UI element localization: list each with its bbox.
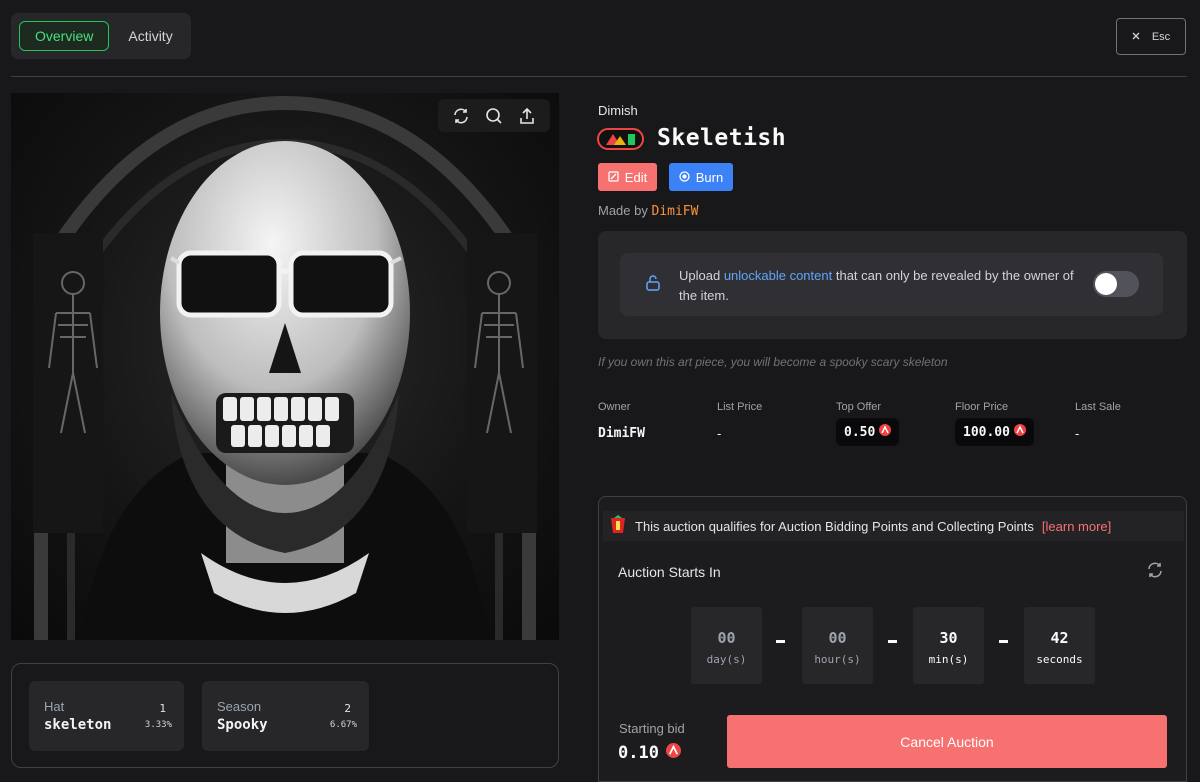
starting-bid-label: Starting bid [619,721,685,736]
starting-bid: 0.10 [618,743,681,763]
attribute-value: Spooky [217,717,268,733]
stat-floor-price: Floor Price 100.00 [955,401,1034,446]
countdown-unit: seconds [1036,653,1083,666]
auction-heading: Auction Starts In [618,564,721,580]
countdown-unit: hour(s) [814,653,861,666]
floor-price-pill[interactable]: 100.00 [955,418,1034,446]
auction-points-banner: This auction qualifies for Auction Biddi… [603,511,1184,541]
starting-bid-value: 0.10 [618,743,659,763]
attribute-percent: 3.33% [144,720,172,730]
stat-label: Owner [598,401,631,413]
nft-artwork[interactable] [11,93,559,640]
view-tabs: Overview Activity [11,13,191,59]
item-title: Skeletish [657,125,787,151]
burn-icon [679,170,690,185]
auction-panel: This auction qualifies for Auction Biddi… [598,496,1187,782]
auction-banner-text: This auction qualifies for Auction Biddi… [635,518,1034,534]
stat-owner: Owner DimiFW [598,401,645,441]
countdown-value: 00 [828,629,847,647]
refresh-icon[interactable] [450,105,472,127]
burn-button[interactable]: Burn [669,163,733,191]
attribute-trait: Season [217,699,262,714]
countdown-value: 42 [1050,629,1069,647]
countdown-separator [776,640,785,643]
close-icon [1132,31,1140,43]
countdown-unit: min(s) [928,653,969,666]
lock-icon [644,274,662,297]
countdown-days: 00 day(s) [691,607,762,684]
burn-label: Burn [695,169,724,185]
countdown-unit: day(s) [706,653,747,666]
stat-value: - [1075,426,1080,441]
collection-name[interactable]: Dimish [598,103,638,118]
countdown-hours: 00 hour(s) [802,607,873,684]
creator-link[interactable]: DimiFW [652,204,699,219]
currency-icon [1013,424,1026,440]
unlockable-text-before: Upload [679,268,724,283]
currency-icon [665,743,681,763]
edit-button[interactable]: Edit [598,163,657,191]
close-button[interactable]: Esc [1116,18,1186,55]
currency-icon [879,424,892,440]
attribute-trait: Hat [44,699,65,714]
tab-overview[interactable]: Overview [19,21,110,51]
stat-last-sale: Last Sale - [1075,401,1121,441]
attribute-count: 1 [159,702,166,715]
stat-value: 0.50 [844,424,876,440]
header-divider [11,76,1187,77]
toggle-knob [1095,273,1117,295]
stat-label: Floor Price [955,401,1009,413]
unlockable-section: Upload unlockable content that can only … [598,231,1187,339]
countdown-separator [999,640,1008,643]
collection-badge-icon [597,128,644,150]
artwork-toolbar [438,99,550,132]
stat-value: - [717,426,722,441]
stat-label: Last Sale [1075,401,1121,413]
countdown-separator [888,640,897,643]
stat-top-offer: Top Offer 0.50 [836,401,900,446]
learn-more-link[interactable]: [learn more] [1042,519,1111,534]
tab-activity[interactable]: Activity [113,21,187,51]
unlockable-text: Upload unlockable content that can only … [679,266,1089,306]
stat-label: Top Offer [836,401,882,413]
unlockable-card: Upload unlockable content that can only … [620,253,1163,316]
attribute-count: 2 [344,702,351,715]
points-badge-icon [609,514,627,538]
edit-icon [608,170,619,185]
item-description: If you own this art piece, you will beco… [598,355,948,369]
stat-label: List Price [717,401,763,413]
made-by-label: Made by [598,203,648,218]
owner-link[interactable]: DimiFW [598,426,645,441]
countdown-minutes: 30 min(s) [913,607,984,684]
top-offer-pill[interactable]: 0.50 [836,418,900,446]
unlockable-link[interactable]: unlockable content [724,268,832,283]
share-icon[interactable] [516,105,538,127]
edit-label: Edit [624,169,648,185]
countdown-value: 00 [717,629,736,647]
close-label: Esc [1151,30,1171,43]
auction-refresh-icon[interactable] [1144,559,1166,581]
attribute-card[interactable]: Season Spooky 2 6.67% [202,681,369,751]
cancel-auction-button[interactable]: Cancel Auction [727,715,1167,768]
attribute-percent: 6.67% [329,720,357,730]
made-by: Made by DimiFW [598,203,698,219]
countdown-value: 30 [939,629,958,647]
attribute-card[interactable]: Hat skeleton 1 3.33% [29,681,184,751]
unlockable-toggle[interactable] [1093,271,1139,297]
zoom-icon[interactable] [483,105,505,127]
attribute-value: skeleton [44,717,112,733]
countdown-seconds: 42 seconds [1024,607,1095,684]
stat-value: 100.00 [963,424,1010,440]
attributes-panel: Hat skeleton 1 3.33% Season Spooky 2 6.6… [11,663,559,768]
stat-list-price: List Price - [717,401,763,441]
